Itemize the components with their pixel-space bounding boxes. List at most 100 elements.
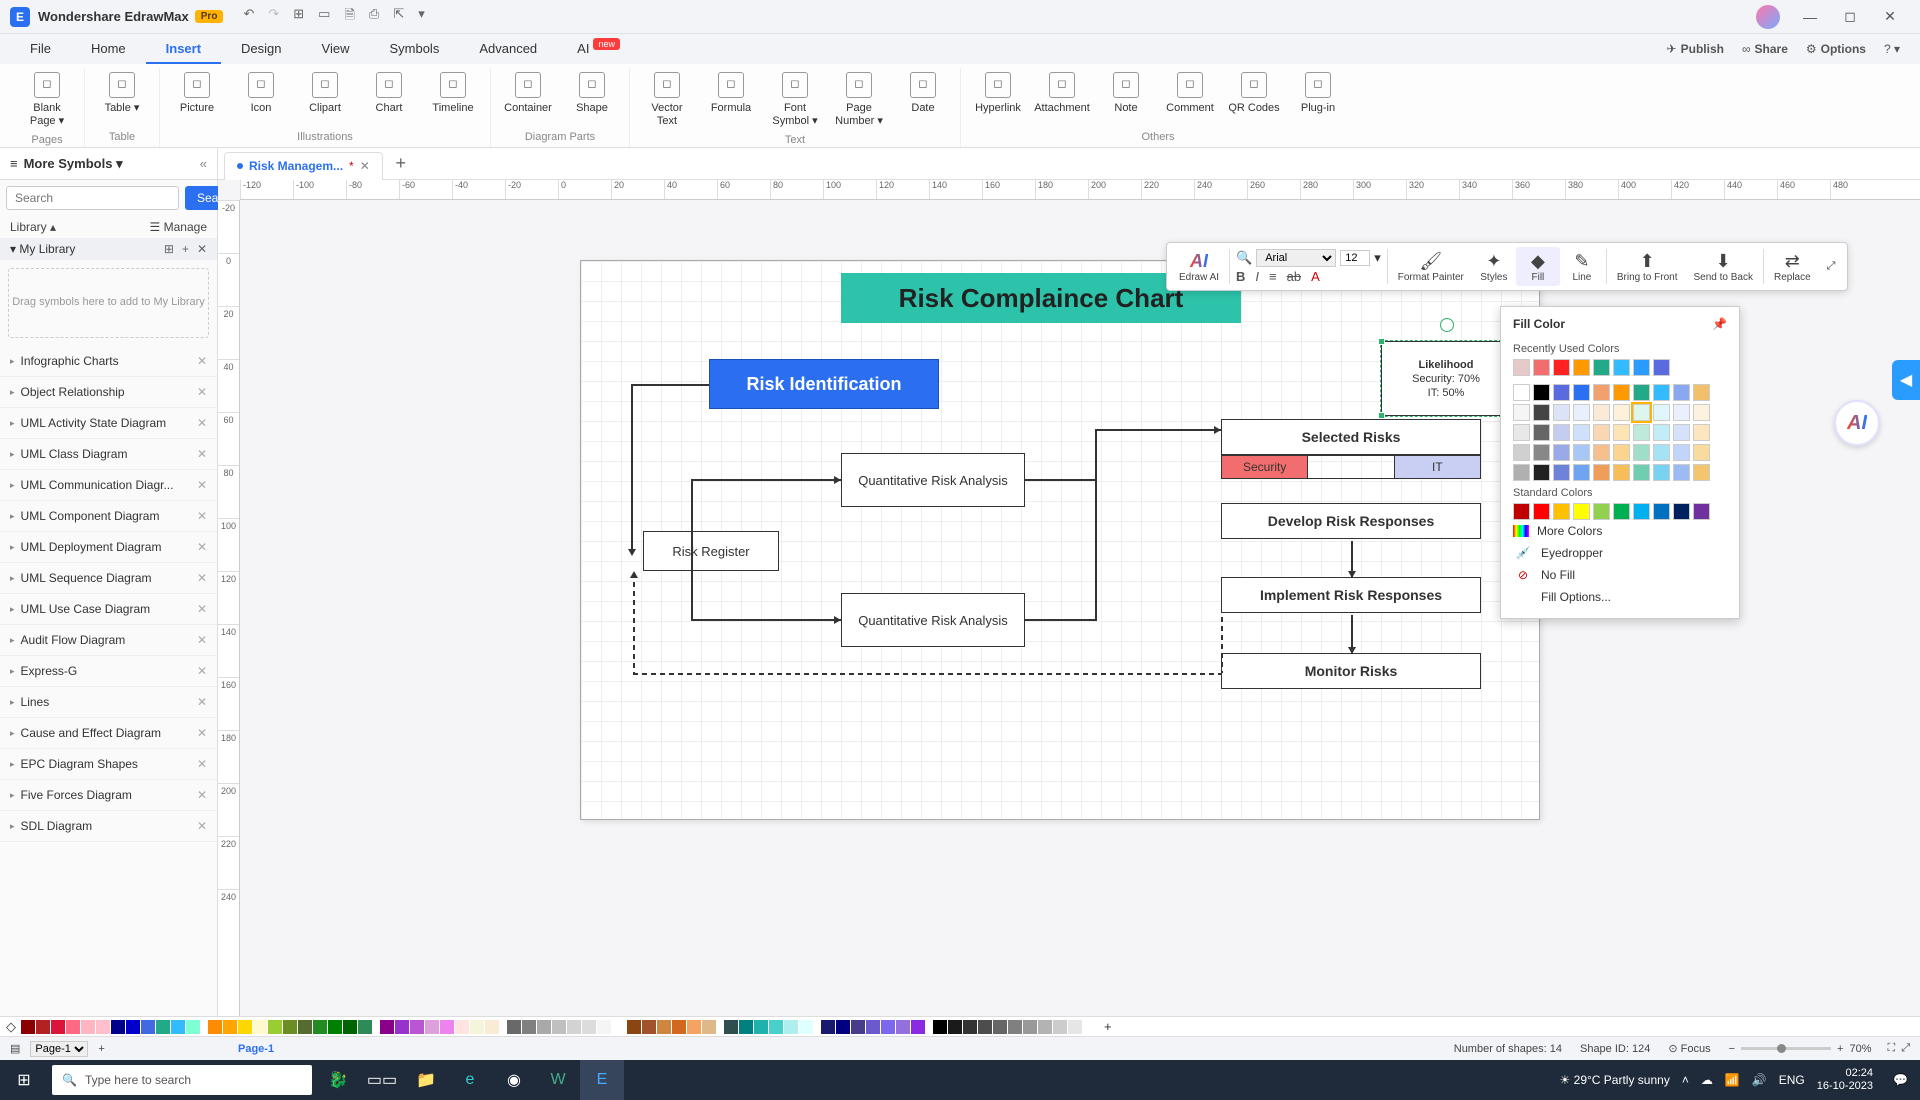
export-icon[interactable]: ⇱ [393,6,404,28]
category-close-icon[interactable]: ✕ [197,385,207,399]
menu-insert[interactable]: Insert [146,34,221,64]
ribbon-blank-page[interactable]: ◻Blank Page ▾ [18,68,76,132]
ribbon-date[interactable]: ◻Date [894,68,952,119]
quick-color-swatch[interactable] [1038,1020,1052,1034]
quick-color-swatch[interactable] [1083,1020,1097,1034]
quick-color-swatch[interactable] [253,1020,267,1034]
shape-develop-responses[interactable]: Develop Risk Responses [1221,503,1481,539]
category-close-icon[interactable]: ✕ [197,757,207,771]
color-swatch[interactable] [1633,464,1650,481]
color-swatch[interactable] [1553,444,1570,461]
quick-color-swatch[interactable] [672,1020,686,1034]
quick-color-swatch[interactable] [238,1020,252,1034]
language-indicator[interactable]: ENG [1779,1073,1805,1087]
category-item[interactable]: ▸UML Activity State Diagram✕ [0,408,217,439]
quick-color-swatch[interactable] [597,1020,611,1034]
font-search-icon[interactable]: 🔍 [1236,250,1252,266]
color-swatch[interactable] [1533,359,1550,376]
connector[interactable] [631,384,709,386]
connector-dashed[interactable] [633,673,1221,675]
quick-color-swatch[interactable] [993,1020,1007,1034]
quick-color-swatch[interactable] [66,1020,80,1034]
chrome-icon[interactable]: ◉ [492,1060,536,1100]
maximize-icon[interactable]: ◻ [1830,8,1870,25]
zoom-slider[interactable] [1741,1047,1831,1050]
font-color-button[interactable]: A [1311,269,1320,284]
quick-color-swatch[interactable] [425,1020,439,1034]
add-color-icon[interactable]: + [1104,1019,1112,1034]
connector[interactable] [1025,619,1095,621]
quick-color-swatch[interactable] [111,1020,125,1034]
connector[interactable] [1095,429,1221,431]
quick-color-swatch[interactable] [657,1020,671,1034]
redo-icon[interactable]: ↷ [268,6,279,28]
no-fill-option[interactable]: ⊘No Fill [1513,564,1727,586]
quick-color-swatch[interactable] [567,1020,581,1034]
color-swatch[interactable] [1533,384,1550,401]
line-button[interactable]: ✎Line [1560,247,1604,286]
connector[interactable] [691,479,693,619]
quick-color-swatch[interactable] [522,1020,536,1034]
color-swatch[interactable] [1553,503,1570,520]
replace-button[interactable]: ⇄Replace [1766,247,1819,286]
page-list-icon[interactable]: ▤ [10,1042,20,1055]
quick-color-swatch[interactable] [754,1020,768,1034]
quick-color-swatch[interactable] [642,1020,656,1034]
color-swatch[interactable] [1613,464,1630,481]
quick-color-swatch[interactable] [1023,1020,1037,1034]
shape-monitor-risks[interactable]: Monitor Risks [1221,653,1481,689]
more-colors-option[interactable]: More Colors [1513,520,1727,542]
taskbar-search[interactable]: 🔍 Type here to search [52,1065,312,1095]
mylib-grid-icon[interactable]: ⊞ [164,242,174,256]
color-swatch[interactable] [1573,464,1590,481]
connector[interactable] [1025,479,1095,481]
quick-color-swatch[interactable] [933,1020,947,1034]
connector[interactable] [1095,429,1097,621]
quick-color-swatch[interactable] [380,1020,394,1034]
manage-library-button[interactable]: ☰ Manage [150,220,207,234]
quick-color-swatch[interactable] [836,1020,850,1034]
color-swatch[interactable] [1513,444,1530,461]
ribbon-page-number[interactable]: ◻Page Number ▾ [830,68,888,132]
menu-file[interactable]: File [10,34,71,64]
category-item[interactable]: ▸UML Communication Diagr...✕ [0,470,217,501]
category-close-icon[interactable]: ✕ [197,447,207,461]
color-swatch[interactable] [1513,424,1530,441]
task-view-icon[interactable]: ▭▭ [360,1060,404,1100]
category-close-icon[interactable]: ✕ [197,788,207,802]
notifications-icon[interactable]: 💬 [1893,1073,1908,1087]
send-to-back-button[interactable]: ⬇Send to Back [1685,247,1760,286]
color-swatch[interactable] [1553,404,1570,421]
styles-button[interactable]: ✦Styles [1472,247,1516,286]
quick-color-swatch[interactable] [687,1020,701,1034]
quick-color-swatch[interactable] [223,1020,237,1034]
color-swatch[interactable] [1573,424,1590,441]
help-icon[interactable]: ? ▾ [1884,42,1900,56]
color-swatch[interactable] [1693,444,1710,461]
quick-color-swatch[interactable] [410,1020,424,1034]
quick-color-swatch[interactable] [395,1020,409,1034]
fullscreen-icon[interactable]: ⤢ [1901,1042,1910,1055]
menu-home[interactable]: Home [71,34,146,64]
rotate-handle[interactable] [1440,318,1454,332]
quick-color-swatch[interactable] [612,1020,626,1034]
category-close-icon[interactable]: ✕ [197,416,207,430]
color-swatch[interactable] [1553,464,1570,481]
color-swatch[interactable] [1573,444,1590,461]
color-swatch[interactable] [1573,404,1590,421]
library-label[interactable]: Library ▴ [10,220,56,234]
color-swatch[interactable] [1553,359,1570,376]
color-swatch[interactable] [1593,503,1610,520]
quick-color-swatch[interactable] [851,1020,865,1034]
resize-handle-nw[interactable] [1378,338,1385,345]
strike-button[interactable]: ab [1287,269,1301,284]
tray-chevron-icon[interactable]: ˄ [1682,1073,1689,1087]
quick-color-swatch[interactable] [51,1020,65,1034]
quick-color-swatch[interactable] [440,1020,454,1034]
ribbon-chart[interactable]: ◻Chart [360,68,418,119]
color-swatch[interactable] [1673,503,1690,520]
category-close-icon[interactable]: ✕ [197,695,207,709]
quick-color-swatch[interactable] [36,1020,50,1034]
category-item[interactable]: ▸Audit Flow Diagram✕ [0,625,217,656]
zoom-control[interactable]: − + 70% ⛶ ⤢ [1729,1042,1910,1055]
